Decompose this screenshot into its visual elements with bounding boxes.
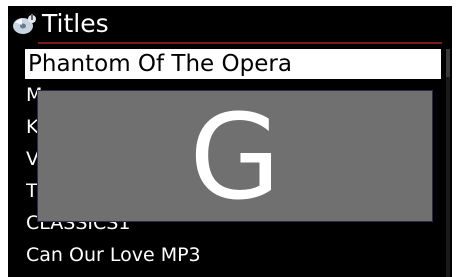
page-title: Titles: [42, 9, 109, 38]
list-item[interactable]: Phantom Of The Opera: [25, 49, 441, 79]
scrollbar-thumb[interactable]: [446, 49, 450, 77]
scrollbar-track[interactable]: [446, 49, 450, 277]
list-item[interactable]: Can Our Love MP3: [26, 241, 440, 269]
header-divider: [38, 42, 442, 44]
letter-jump-overlay: G: [37, 88, 433, 226]
list-item-label: Phantom Of The Opera: [28, 51, 292, 77]
music-disc-icon: [12, 13, 38, 35]
list-item-label: T: [26, 180, 38, 202]
titles-screen: Titles Phantom Of The Opera M K V T CLAS…: [8, 6, 452, 277]
list-item-label: Can Our Love MP3: [26, 244, 201, 266]
jump-letter: G: [189, 88, 281, 226]
header: Titles: [8, 6, 452, 42]
